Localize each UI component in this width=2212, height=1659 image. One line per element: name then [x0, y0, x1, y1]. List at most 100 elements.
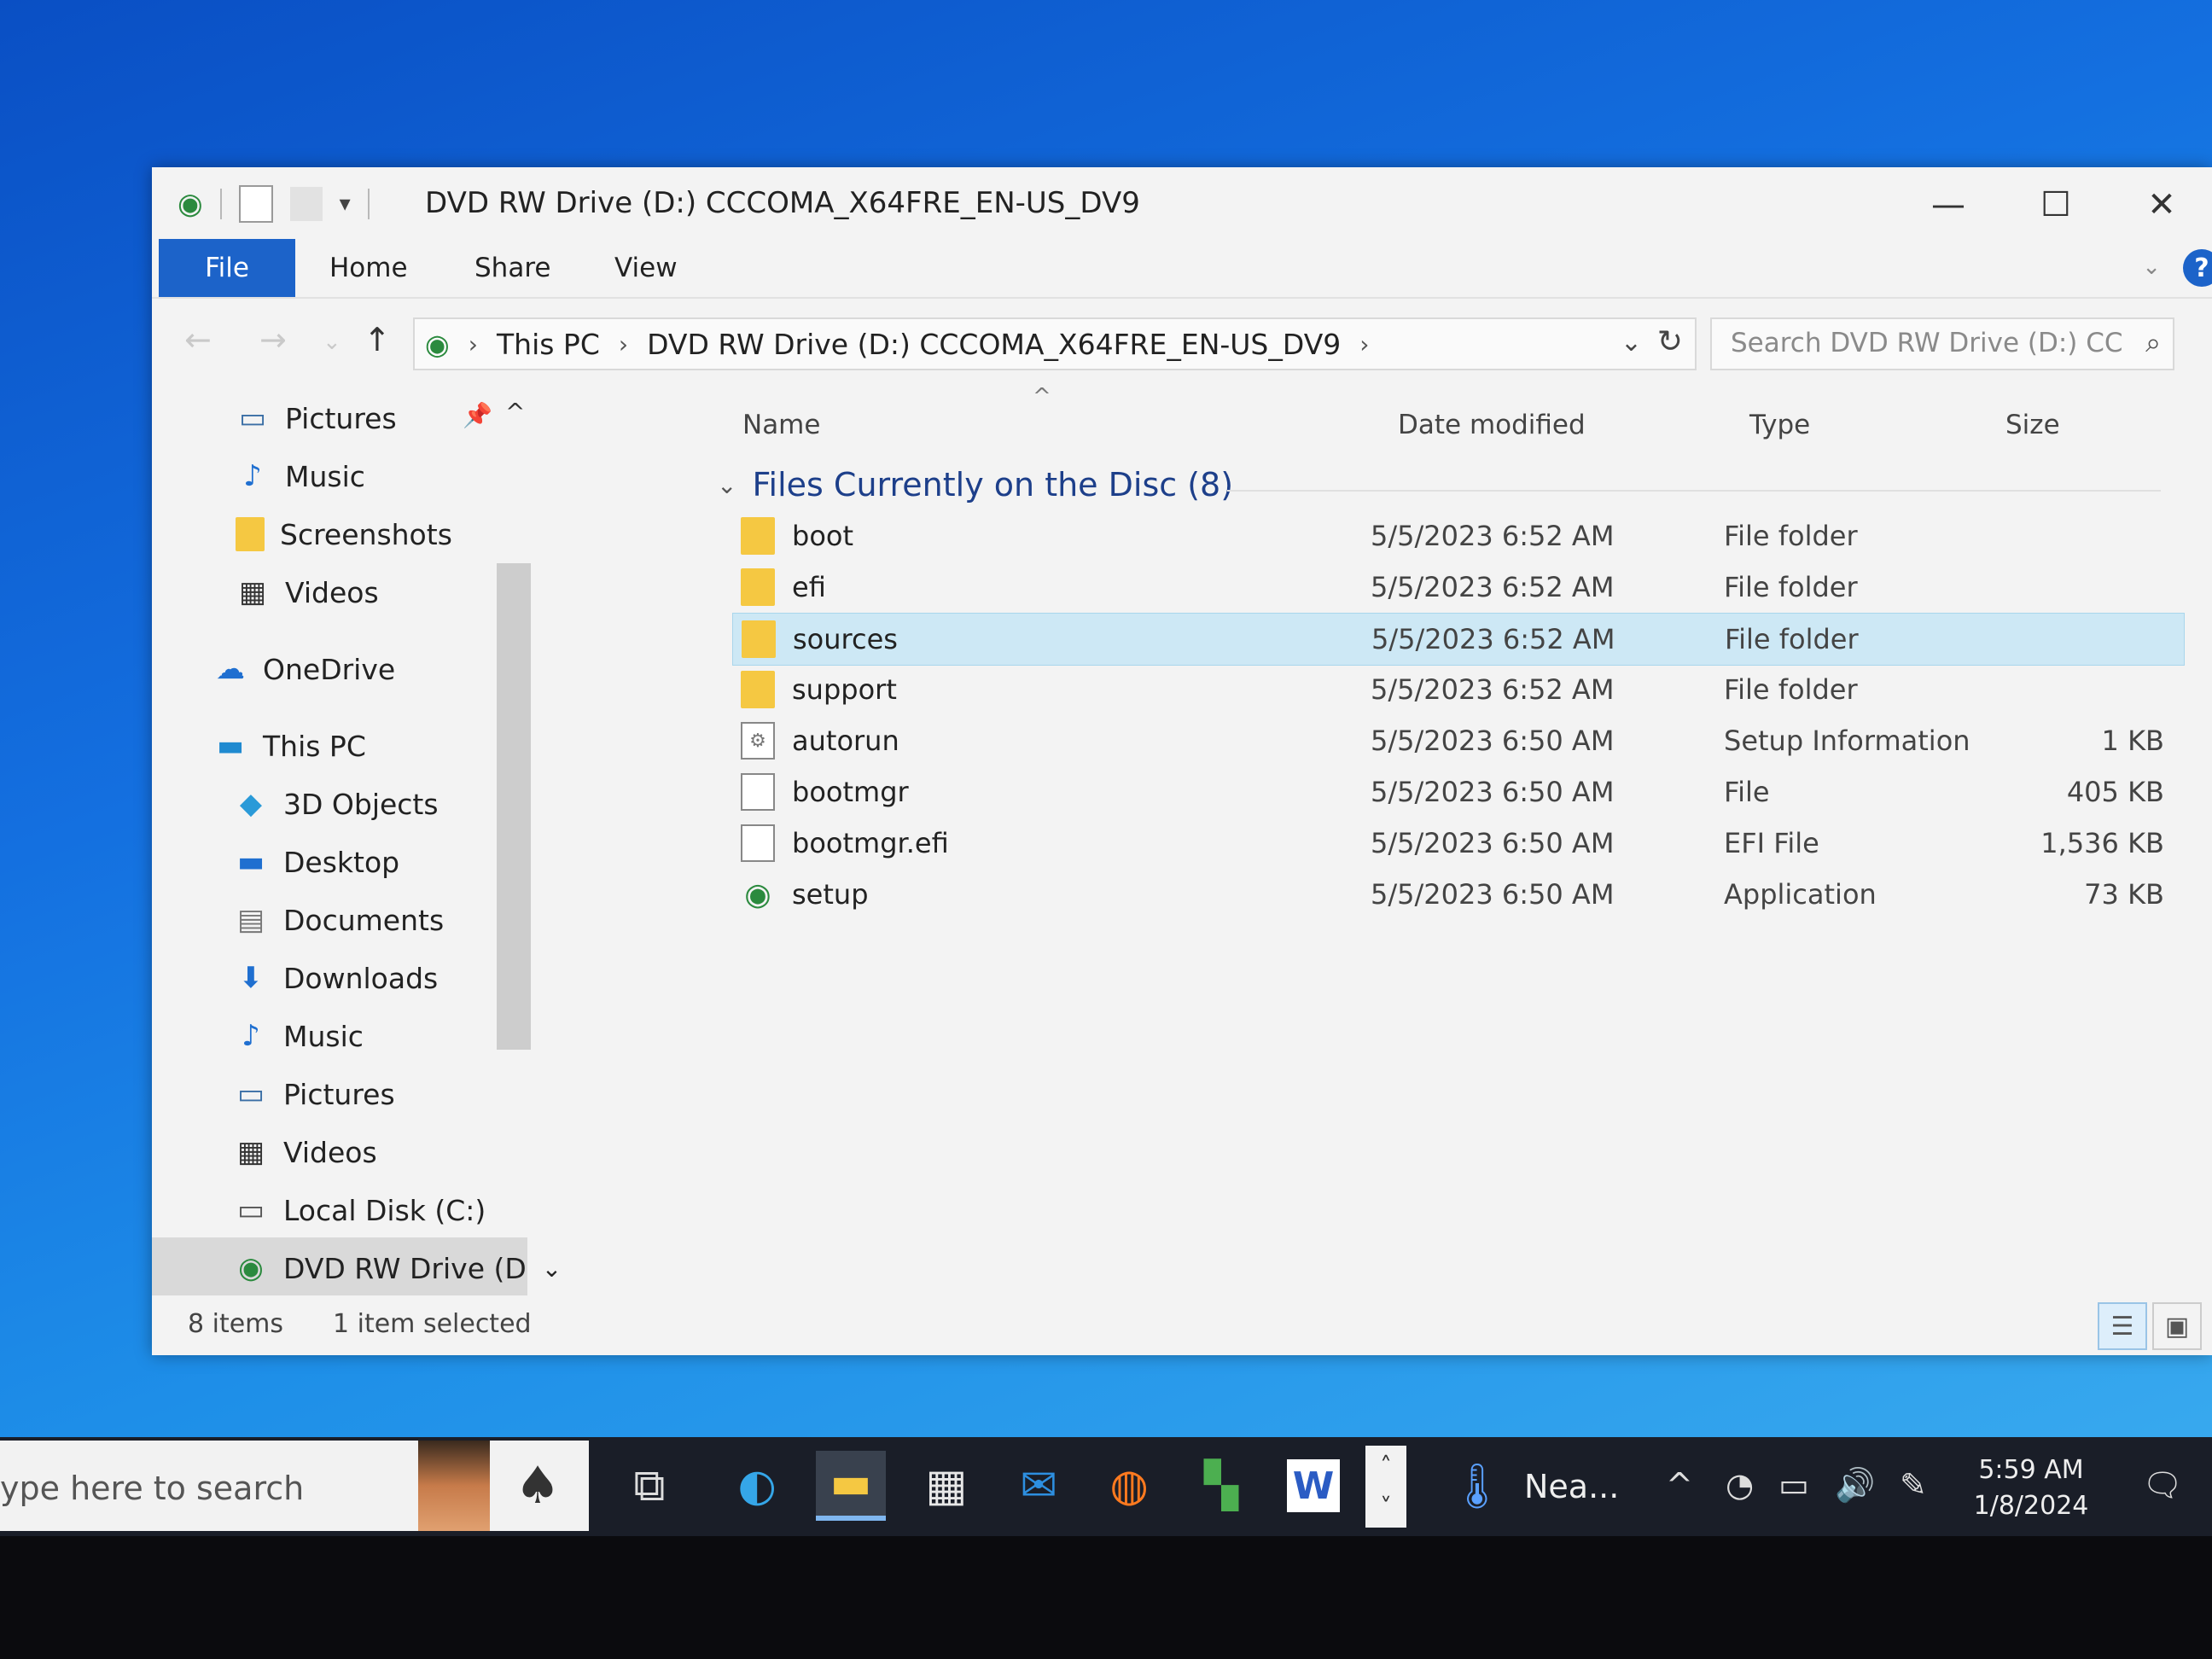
close-button[interactable]: ✕ [2115, 179, 2209, 230]
microsoft-store-icon[interactable]: ▦ [911, 1451, 981, 1521]
table-row[interactable]: boot 5/5/2023 6:52 AM File folder [732, 510, 2183, 562]
search-input[interactable]: Search DVD RW Drive (D:) CC... ⌕ [1710, 317, 2174, 370]
tab-home[interactable]: Home [329, 239, 408, 297]
table-row[interactable]: efi 5/5/2023 6:52 AM File folder [732, 562, 2183, 613]
network-icon[interactable]: ▭ [1778, 1466, 1809, 1504]
forward-arrow-icon[interactable]: → [259, 321, 287, 358]
taskbar-scroll-arrows-icon[interactable]: ˄ ˅ [1365, 1446, 1406, 1528]
customize-toolbar-chevron-icon[interactable]: ▾ [340, 191, 351, 217]
notification-center-icon[interactable]: 🗨 [2142, 1466, 2183, 1505]
toolbar-divider [219, 189, 222, 219]
sidebar-item-this-pc[interactable]: ▬ This PC [213, 722, 366, 770]
volume-icon[interactable]: 🔊 [1835, 1466, 1875, 1505]
tab-file[interactable]: File [159, 239, 295, 297]
computer-icon: ▬ [216, 729, 245, 763]
file-name: autorun [792, 725, 899, 757]
recent-locations-chevron-icon[interactable]: ⌄ [323, 329, 341, 355]
sidebar-item-music[interactable]: ♪ Music [236, 452, 365, 500]
sidebar-item-downloads[interactable]: ⬇ Downloads [234, 954, 438, 1002]
table-row[interactable]: bootmgr 5/5/2023 6:50 AM File 405 KB [732, 766, 2183, 818]
sidebar-item-label: This PC [263, 729, 366, 763]
table-row[interactable]: support 5/5/2023 6:52 AM File folder [732, 664, 2183, 715]
sidebar-item-screenshots[interactable]: Screenshots [236, 510, 452, 558]
item-count: 8 items [188, 1309, 284, 1339]
refresh-icon[interactable]: ↻ [1657, 324, 1683, 359]
maximize-button[interactable]: ☐ [2009, 179, 2103, 230]
table-row[interactable]: ◉ setup 5/5/2023 6:50 AM Application 73 … [732, 869, 2183, 920]
sidebar-item-label: Downloads [283, 961, 439, 995]
word-icon[interactable]: W [1287, 1459, 1340, 1512]
file-explorer-icon[interactable]: ▬ [816, 1451, 886, 1521]
sidebar-item-pictures[interactable]: ▭ Pictures [236, 394, 397, 442]
chevron-right-icon[interactable]: › [469, 330, 478, 358]
file-date: 5/5/2023 6:50 AM [1371, 725, 1615, 757]
expand-ribbon-chevron-icon[interactable]: ⌄ [2142, 254, 2161, 280]
chevron-down-icon[interactable]: ⌄ [717, 471, 736, 499]
column-header-size[interactable]: Size [2005, 410, 2060, 440]
breadcrumb-dvd-drive[interactable]: DVD RW Drive (D:) CCCOMA_X64FRE_EN-US_DV… [647, 328, 1341, 361]
minimize-button[interactable]: — [1901, 179, 1995, 230]
sidebar-item-music-pc[interactable]: ♪ Music [234, 1012, 364, 1060]
chevron-right-icon[interactable]: › [619, 330, 628, 358]
file-name: support [792, 673, 897, 706]
sidebar-item-desktop[interactable]: ▬ Desktop [234, 838, 399, 886]
file-type: File folder [1725, 623, 1859, 655]
collapse-caret-icon[interactable]: ^ [505, 398, 525, 426]
sidebar-item-pictures-pc[interactable]: ▭ Pictures [234, 1070, 395, 1118]
taskbar-search-box[interactable]: ype here to search ♠ [0, 1441, 589, 1531]
folder-icon [741, 517, 775, 555]
tab-share[interactable]: Share [474, 239, 550, 297]
file-date: 5/5/2023 6:52 AM [1371, 623, 1615, 655]
up-arrow-icon[interactable]: ↑ [364, 321, 391, 358]
new-folder-icon[interactable] [289, 187, 323, 221]
column-header-date-modified[interactable]: Date modified [1398, 410, 1586, 440]
back-arrow-icon[interactable]: ← [184, 321, 212, 358]
network-app-icon[interactable]: ▚ [1186, 1451, 1256, 1521]
clock-time: 5:59 AM [1978, 1455, 2084, 1485]
group-header[interactable]: ⌄ Files Currently on the Disc (8) [717, 466, 1233, 504]
tab-view[interactable]: View [614, 239, 678, 297]
file-name: bootmgr [792, 776, 909, 808]
sidebar-item-videos[interactable]: ▦ Videos [236, 568, 379, 616]
large-icons-view-icon[interactable]: ▣ [2152, 1302, 2202, 1350]
properties-icon[interactable] [238, 185, 273, 223]
file-name: efi [792, 571, 826, 603]
download-icon: ⬇ [238, 961, 264, 995]
table-row[interactable]: ⚙ autorun 5/5/2023 6:50 AM Setup Informa… [732, 715, 2183, 766]
column-header-name[interactable]: Name [742, 410, 820, 440]
file-date: 5/5/2023 6:52 AM [1371, 673, 1615, 706]
sidebar-scrollbar[interactable] [497, 563, 531, 1050]
pictures-icon: ▭ [238, 401, 267, 435]
meet-now-icon[interactable]: ◔ [1726, 1466, 1754, 1504]
mail-icon[interactable]: ✉ [1004, 1451, 1074, 1521]
column-header-type[interactable]: Type [1749, 410, 1810, 440]
table-row[interactable]: bootmgr.efi 5/5/2023 6:50 AM EFI File 1,… [732, 818, 2183, 869]
address-bar[interactable]: ◉ › This PC › DVD RW Drive (D:) CCCOMA_X… [413, 317, 1697, 370]
system-clock[interactable]: 5:59 AM 1/8/2024 [1963, 1452, 2099, 1524]
dvd-drive-icon: ◉ [425, 327, 450, 361]
clock-date: 1/8/2024 [1973, 1491, 2089, 1521]
weather-text[interactable]: Nea... [1524, 1468, 1619, 1505]
help-icon[interactable]: ? [2183, 249, 2212, 287]
pen-icon[interactable]: ✎ [1900, 1466, 1927, 1504]
breadcrumb-this-pc[interactable]: This PC [497, 328, 600, 361]
details-view-icon[interactable]: ☰ [2098, 1302, 2147, 1350]
sidebar-item-label: 3D Objects [283, 787, 439, 821]
edge-browser-icon[interactable]: ◐ [722, 1451, 792, 1521]
chevron-right-icon[interactable]: › [1359, 330, 1369, 358]
sidebar-item-documents[interactable]: ▤ Documents [234, 896, 444, 944]
sidebar-item-3d-objects[interactable]: ◆ 3D Objects [234, 780, 439, 828]
sidebar-item-onedrive[interactable]: ☁ OneDrive [213, 645, 395, 693]
show-hidden-icons-chevron-icon[interactable]: ^ [1666, 1466, 1693, 1504]
table-row-selected[interactable]: sources 5/5/2023 6:52 AM File folder [732, 613, 2185, 666]
sidebar-item-videos-pc[interactable]: ▦ Videos [234, 1128, 377, 1176]
task-view-icon[interactable]: ⧉ [614, 1451, 684, 1521]
sidebar-item-dvd-drive[interactable]: ◉ DVD RW Drive (D ⌄ [234, 1244, 562, 1292]
dvd-drive-icon: ◉ [178, 187, 203, 221]
weather-thermometer-icon[interactable]: 🌡 [1442, 1451, 1512, 1521]
group-divider [1227, 490, 2161, 492]
firefox-icon[interactable]: ◍ [1094, 1451, 1164, 1521]
address-history-chevron-icon[interactable]: ⌄ [1621, 328, 1642, 358]
pin-icon[interactable]: 📌 [463, 401, 492, 429]
sidebar-item-local-disk[interactable]: ▭ Local Disk (C:) [234, 1186, 486, 1234]
